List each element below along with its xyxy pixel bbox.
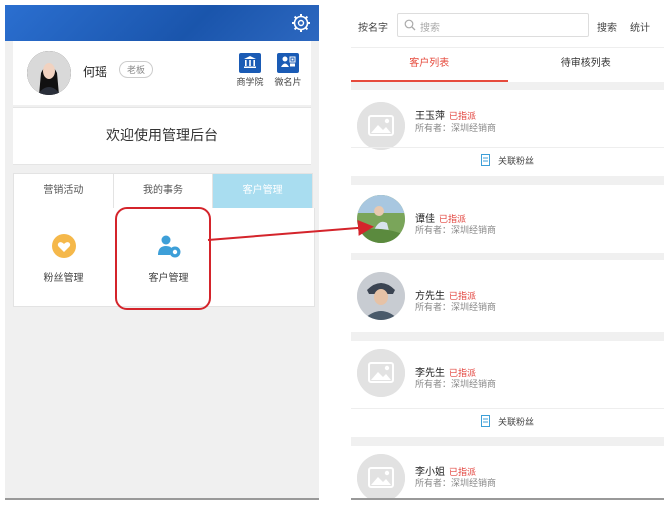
annotation-arrow [207,219,374,241]
